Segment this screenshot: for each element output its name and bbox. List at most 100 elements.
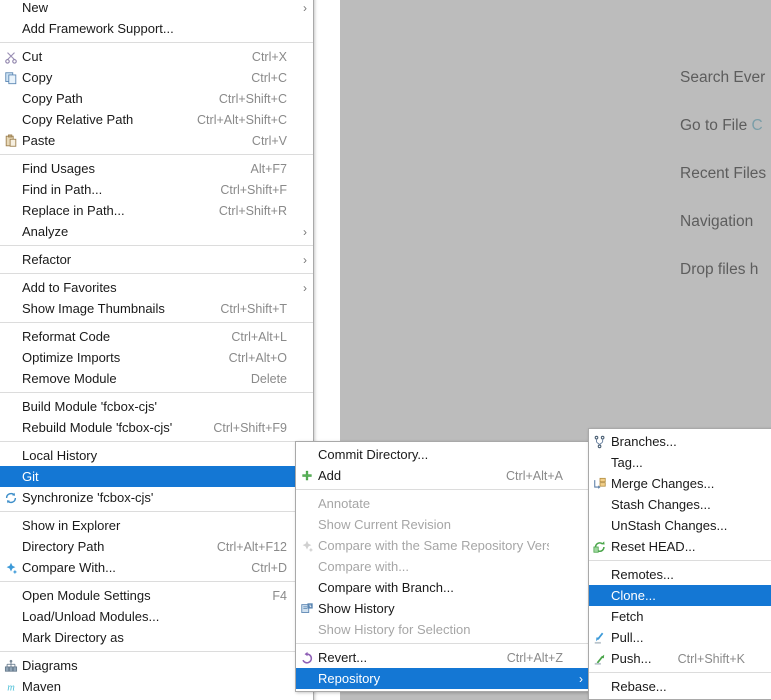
menu-item-repository[interactable]: Repository › [296,668,589,689]
menu-item-copy-path[interactable]: Copy Path Ctrl+Shift+C [0,88,313,109]
menu-item-refactor[interactable]: Refactor › [0,249,313,270]
revert-icon [296,647,318,668]
menu-item-find-usages[interactable]: Find Usages Alt+F7 [0,158,313,179]
menu-item-label: Load/Unload Modules... [22,609,160,624]
menu-item-show-in-explorer[interactable]: Show in Explorer [0,515,313,536]
menu-item-mark-directory-as[interactable]: Mark Directory as› [0,627,313,648]
no-icon [0,627,22,648]
editor-hint-text: Search Ever [680,69,766,86]
menu-item-merge-changes[interactable]: Merge Changes... [589,473,771,494]
menu-item-compare-with[interactable]: Compare With... Ctrl+D [0,557,313,578]
menu-item-diagrams[interactable]: Diagrams› [0,655,313,676]
menu-item-unstash-changes[interactable]: UnStash Changes... [589,515,771,536]
menu-item-label: Remotes... [611,567,674,582]
editor-hint: Go to File C [340,102,771,150]
svg-text:m: m [7,682,15,693]
menu-item-remotes[interactable]: Remotes... [589,564,771,585]
menu-item-remove-module[interactable]: Remove Module Delete [0,368,313,389]
menu-item-maven[interactable]: mMaven› [0,676,313,697]
menu-item-replace-in-path[interactable]: Replace in Path... Ctrl+Shift+R [0,200,313,221]
menu-item-label: Rebase... [611,679,667,694]
menu-item-reset-head[interactable]: Reset HEAD... [589,536,771,557]
repository-submenu[interactable]: Branches... Tag... Merge Changes... Stash C… [588,428,771,700]
menu-item-accelerator: Ctrl+Shift+C [218,91,287,106]
menu-item-accelerator: Ctrl+V [251,133,287,148]
editor-hint: Drop files h [340,246,771,294]
no-icon [0,417,22,438]
git-submenu[interactable]: Commit Directory... Add Ctrl+Alt+A Annotate… [295,441,590,692]
menu-item-stash-changes[interactable]: Stash Changes... [589,494,771,515]
menu-item-label: New [22,0,49,15]
menu-item-add-to-favorites[interactable]: Add to Favorites › [0,277,313,298]
history-icon [296,598,318,619]
pull-icon [589,627,611,648]
menu-item-tag[interactable]: Tag... [589,452,771,473]
menu-item-push[interactable]: Push... Ctrl+Shift+K [589,648,771,669]
menu-item-paste[interactable]: Paste Ctrl+V [0,130,313,151]
no-icon [0,347,22,368]
menu-item-label: Clone... [611,588,656,603]
menu-item-show-history[interactable]: Show History [296,598,589,619]
menu-item-analyze[interactable]: Analyze › [0,221,313,242]
menu-item-compare-with-branch[interactable]: Compare with Branch... [296,577,589,598]
project-view-context-menu[interactable]: New › Add Framework Support... Cut Ctrl+X Cop… [0,0,314,700]
no-icon [589,564,611,585]
no-icon [0,515,22,536]
push-icon [589,648,611,669]
menu-item-cut[interactable]: Cut Ctrl+X [0,46,313,67]
menu-separator [0,245,313,246]
menu-item-find-in-path[interactable]: Find in Path... Ctrl+Shift+F [0,179,313,200]
menu-item-reformat-code[interactable]: Reformat Code Ctrl+Alt+L [0,326,313,347]
no-icon [0,18,22,39]
sync-icon [0,487,22,508]
menu-item-revert[interactable]: Revert... Ctrl+Alt+Z [296,647,589,668]
menu-item-label: Compare With... [22,560,116,575]
no-icon [0,200,22,221]
menu-item-show-image-thumbnails[interactable]: Show Image Thumbnails Ctrl+Shift+T [0,298,313,319]
menu-item-optimize-imports[interactable]: Optimize Imports Ctrl+Alt+O [0,347,313,368]
menu-item-add-framework-support[interactable]: Add Framework Support... [0,18,313,39]
menu-item-label: Show in Explorer [22,518,121,533]
menu-item-build-module-fcbox-cjs[interactable]: Build Module 'fcbox-cjs' [0,396,313,417]
menu-item-label: Directory Path [22,539,105,554]
menu-item-label: Show Current Revision [318,517,451,532]
no-icon [296,493,318,514]
menu-item-annotate: Annotate [296,493,589,514]
menu-item-label: Rebuild Module 'fcbox-cjs' [22,420,173,435]
menu-item-label: Fetch [611,609,644,624]
menu-item-label: Diagrams [22,658,78,673]
menu-separator [0,322,313,323]
menu-item-label: Analyze [22,224,69,239]
menu-item-pull[interactable]: Pull... [589,627,771,648]
paste-icon [0,130,22,151]
no-icon [0,249,22,270]
menu-item-git[interactable]: Git› [0,466,313,487]
menu-item-label: Show History [318,601,395,616]
menu-item-clone[interactable]: Clone... [589,585,771,606]
no-icon [589,494,611,515]
menu-separator [0,441,313,442]
menu-item-directory-path[interactable]: Directory Path Ctrl+Alt+F12 [0,536,313,557]
branches-icon [589,431,611,452]
menu-item-rebase[interactable]: Rebase... [589,676,771,697]
menu-item-add[interactable]: Add Ctrl+Alt+A [296,465,589,486]
menu-item-synchronize-fcbox-cjs[interactable]: Synchronize 'fcbox-cjs' [0,487,313,508]
menu-item-commit-directory[interactable]: Commit Directory... [296,444,589,465]
menu-item-new[interactable]: New › [0,0,313,18]
menu-item-label: Add Framework Support... [22,21,174,36]
menu-item-label: Compare with Branch... [318,580,454,595]
menu-item-accelerator: Ctrl+Shift+F [220,182,287,197]
no-icon [296,444,318,465]
menu-item-open-module-settings[interactable]: Open Module Settings F4 [0,585,313,606]
menu-item-compare-with-the-same-repository-version: Compare with the Same Repository Version [296,535,589,556]
menu-item-branches[interactable]: Branches... [589,431,771,452]
menu-item-rebuild-module-fcbox-cjs[interactable]: Rebuild Module 'fcbox-cjs' Ctrl+Shift+F9 [0,417,313,438]
menu-item-copy-relative-path[interactable]: Copy Relative Path Ctrl+Alt+Shift+C [0,109,313,130]
no-icon [296,556,318,577]
menu-item-load-unload-modules[interactable]: Load/Unload Modules... [0,606,313,627]
menu-item-fetch[interactable]: Fetch [589,606,771,627]
no-icon [0,88,22,109]
menu-item-copy[interactable]: Copy Ctrl+C [0,67,313,88]
editor-hint-text: Go to File [680,117,752,134]
menu-item-local-history[interactable]: Local History› [0,445,313,466]
